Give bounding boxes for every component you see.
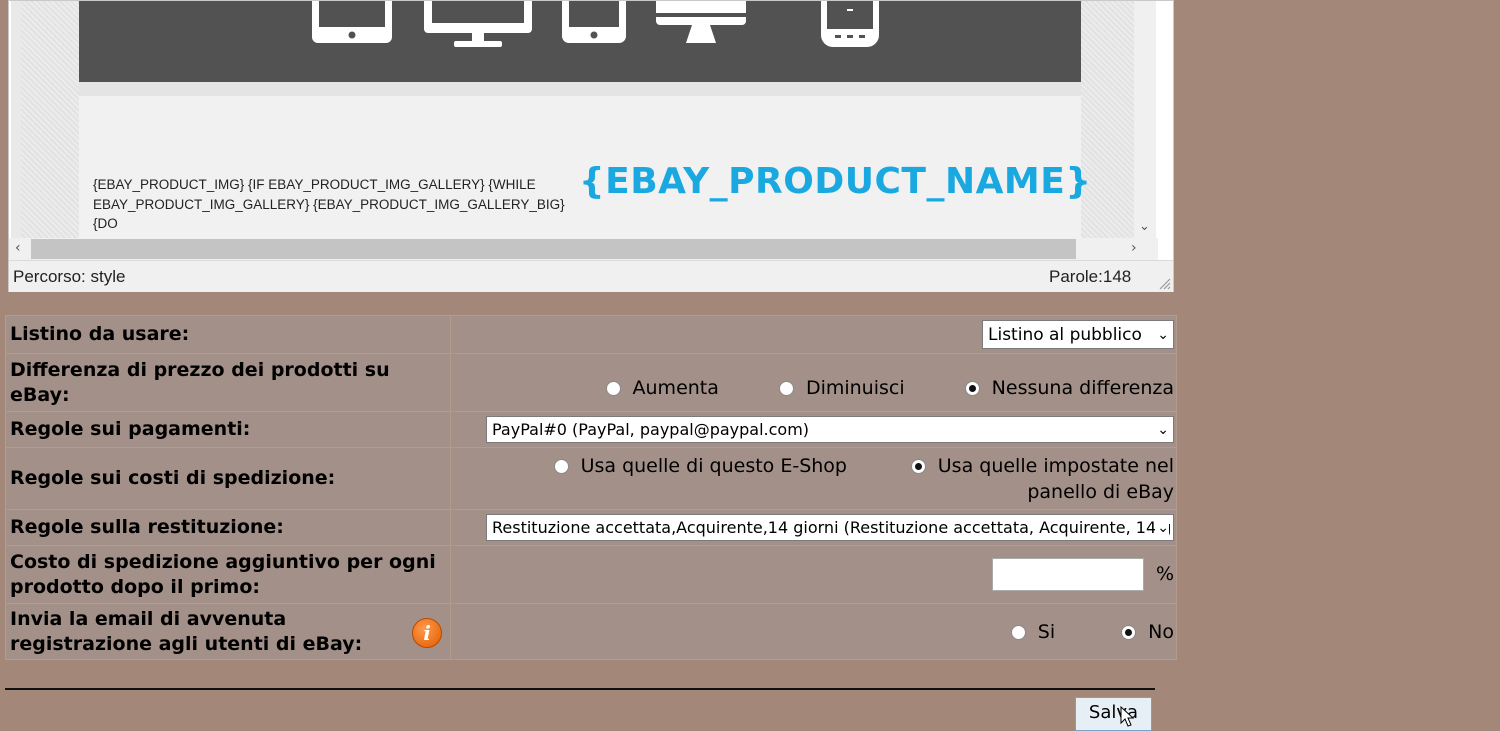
html-editor: {EBAY_PRODUCT_IMG} {IF EBAY_PRODUCT_IMG_…	[8, 0, 1174, 292]
scroll-left-icon[interactable]: ‹	[15, 240, 21, 256]
template-tags-text: {EBAY_PRODUCT_IMG} {IF EBAY_PRODUCT_IMG_…	[93, 177, 565, 231]
option-email-no[interactable]: No	[1121, 621, 1174, 643]
info-icon[interactable]: i	[412, 618, 442, 648]
scroll-down-icon[interactable]: ⌄	[1139, 219, 1150, 234]
shipping-costs-cell: Usa quelle di questo E-Shop Usa quelle i…	[450, 447, 1177, 510]
percent-unit: %	[1155, 563, 1174, 585]
radio-email-yes[interactable]	[1010, 624, 1026, 640]
returns-selected: Restituzione accettata,Acquirente,14 gio…	[492, 518, 1172, 537]
phone-icon	[562, 1, 626, 43]
extra-shipping-label: Costo di spedizione aggiuntivo per ogni …	[5, 545, 451, 604]
horizontal-scrollbar[interactable]: ‹ ›	[9, 238, 1158, 260]
payments-select[interactable]: PayPal#0 (PayPal, paypal@paypal.com) ⌄	[486, 416, 1174, 443]
chevron-down-icon: ⌄	[1155, 515, 1169, 540]
send-email-label: Invia la email di avvenuta registrazione…	[10, 607, 363, 655]
send-email-label-cell: Invia la email di avvenuta registrazione…	[5, 603, 451, 660]
returns-cell: Restituzione accettata,Acquirente,14 gio…	[450, 509, 1177, 546]
option-decrease[interactable]: Diminuisci	[778, 376, 905, 399]
row-returns: Regole sulla restituzione: Restituzione …	[5, 509, 1177, 546]
price-list-selected: Listino al pubblico	[988, 325, 1142, 345]
option-email-yes[interactable]: Si	[1010, 620, 1056, 643]
option-no-difference-label: Nessuna differenza	[991, 376, 1174, 399]
option-email-no-label: No	[1148, 620, 1174, 643]
shipping-costs-label: Regole sui costi di spedizione:	[5, 447, 451, 510]
mobile-icon	[821, 1, 879, 47]
price-difference-cell: Aumenta Diminuisci Nessuna differenza	[450, 353, 1177, 412]
radio-shop-shipping[interactable]	[553, 458, 569, 474]
vertical-scrollbar[interactable]: ⌄	[1134, 1, 1156, 238]
row-payments: Regole sui pagamenti: PayPal#0 (PayPal, …	[5, 411, 1177, 448]
option-increase[interactable]: Aumenta	[605, 376, 719, 399]
row-price-list: Listino da usare: Listino al pubblico ⌄	[5, 315, 1177, 354]
price-list-label: Listino da usare:	[5, 315, 451, 354]
ebay-settings-table: Listino da usare: Listino al pubblico ⌄ D…	[5, 315, 1177, 660]
shipping-options: Usa quelle di questo E-Shop Usa quelle i…	[451, 453, 1174, 505]
form-divider	[5, 688, 1155, 690]
editor-preview[interactable]: {EBAY_PRODUCT_IMG} {IF EBAY_PRODUCT_IMG_…	[11, 1, 1156, 238]
row-price-difference: Differenza di prezzo dei prodotti su eBa…	[5, 353, 1177, 412]
row-send-email: Invia la email di avvenuta registrazione…	[5, 603, 1177, 660]
editor-status-bar: Percorso: style Parole:148	[9, 260, 1173, 292]
extra-shipping-cell: %	[450, 545, 1177, 604]
payments-selected: PayPal#0 (PayPal, paypal@paypal.com)	[492, 420, 810, 439]
monitor-icon	[424, 1, 532, 47]
scroll-right-icon[interactable]: ›	[1131, 240, 1137, 256]
send-email-cell: Si No	[450, 603, 1177, 660]
option-shop-shipping[interactable]: Usa quelle di questo E-Shop	[553, 453, 847, 479]
returns-select[interactable]: Restituzione accettata,Acquirente,14 gio…	[486, 514, 1174, 541]
row-extra-shipping: Costo di spedizione aggiuntivo per ogni …	[5, 545, 1177, 604]
row-shipping-costs: Regole sui costi di spedizione: Usa quel…	[5, 447, 1177, 510]
chevron-down-icon: ⌄	[1157, 422, 1169, 438]
word-count: Parole:148	[1049, 267, 1132, 286]
option-ebay-shipping[interactable]: Usa quelle impostate nel panello di eBay	[910, 453, 1174, 505]
resize-grip-icon[interactable]	[1157, 276, 1171, 290]
returns-label: Regole sulla restituzione:	[5, 509, 451, 546]
price-list-select[interactable]: Listino al pubblico ⌄	[982, 320, 1174, 349]
desktop-icon	[656, 1, 746, 43]
radio-no-difference[interactable]	[964, 380, 980, 396]
tablet-icon	[312, 1, 392, 43]
option-ebay-shipping-label-2: panello di eBay	[1027, 480, 1174, 503]
option-ebay-shipping-label-1: Usa quelle impostate nel	[937, 454, 1174, 477]
radio-decrease[interactable]	[778, 380, 794, 396]
radio-email-no[interactable]	[1121, 624, 1137, 640]
radio-increase[interactable]	[605, 380, 621, 396]
radio-ebay-shipping[interactable]	[910, 458, 926, 474]
template-preview: {EBAY_PRODUCT_IMG} {IF EBAY_PRODUCT_IMG_…	[79, 1, 1091, 238]
preview-background-right	[1081, 1, 1139, 238]
price-difference-label: Differenza di prezzo dei prodotti su eBa…	[5, 353, 451, 412]
devices-banner	[79, 1, 1081, 82]
option-increase-label: Aumenta	[632, 376, 719, 399]
payments-label: Regole sui pagamenti:	[5, 411, 451, 448]
payments-cell: PayPal#0 (PayPal, paypal@paypal.com) ⌄	[450, 411, 1177, 448]
preview-background-left	[21, 1, 79, 238]
price-list-cell: Listino al pubblico ⌄	[450, 315, 1177, 354]
chevron-down-icon: ⌄	[1157, 327, 1169, 343]
save-button[interactable]: Salva	[1075, 697, 1152, 731]
horizontal-scroll-thumb[interactable]	[31, 239, 1076, 259]
element-path: Percorso: style	[13, 267, 126, 286]
option-shop-shipping-label: Usa quelle di questo E-Shop	[580, 454, 847, 477]
option-email-yes-label: Si	[1037, 620, 1056, 643]
option-decrease-label: Diminuisci	[805, 376, 905, 399]
option-no-difference[interactable]: Nessuna differenza	[964, 376, 1174, 399]
mouse-cursor-icon	[1120, 706, 1135, 727]
product-name-placeholder: {EBAY_PRODUCT_NAME}	[579, 161, 1092, 202]
banner-shadow	[79, 82, 1081, 96]
extra-shipping-input[interactable]	[991, 558, 1144, 591]
